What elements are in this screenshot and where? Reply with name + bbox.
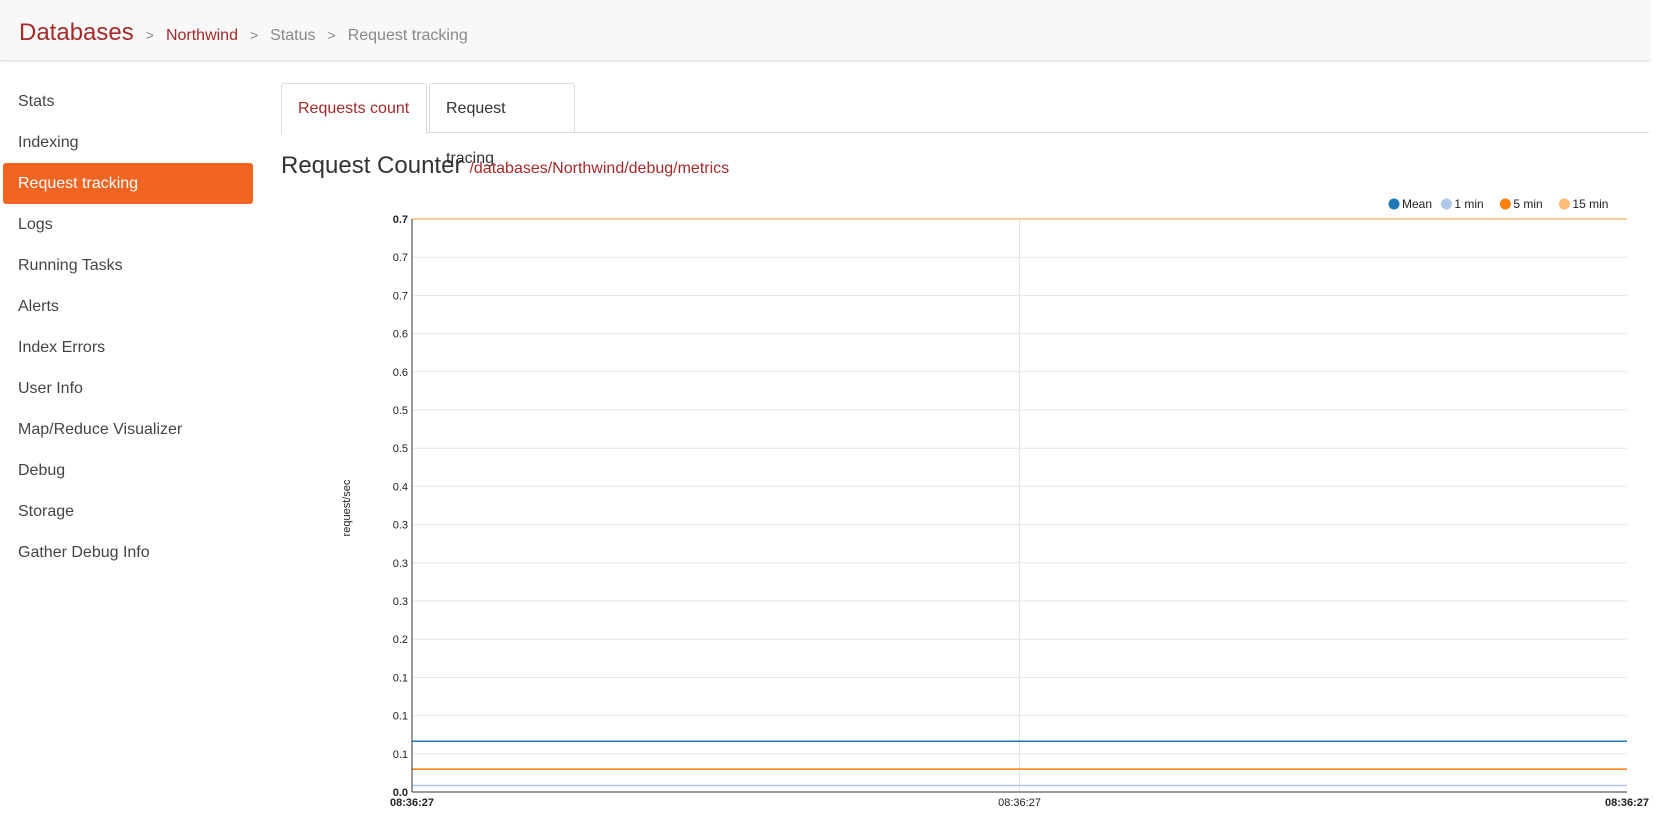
y-tick-label: 0.7 (393, 214, 408, 226)
legend-swatch-15-min[interactable] (1558, 198, 1570, 210)
legend-swatch-1-min[interactable] (1440, 198, 1452, 210)
y-tick-label: 0.3 (393, 558, 408, 570)
chart-grid (412, 218, 1627, 793)
y-tick-label: 0.1 (393, 749, 408, 761)
y-tick-label: 0.4 (393, 481, 408, 493)
legend-label-5-min[interactable]: 5 min (1513, 197, 1542, 211)
legend-swatch-mean[interactable] (1388, 198, 1400, 210)
y-tick-label: 0.7 (393, 290, 408, 302)
y-tick-label: 0.1 (393, 672, 408, 684)
request-counter-chart: 0.7 0.7 0.7 0.6 0.6 0.5 0.5 0.4 0.3 0.3 0.3 0.2 0.1 0… (341, 197, 1649, 809)
y-tick-label: 0.5 (393, 405, 408, 417)
x-tick-label: 08:36:27 (390, 797, 434, 809)
legend-label-15-min[interactable]: 15 min (1572, 197, 1608, 211)
y-tick-label: 0.2 (393, 634, 408, 646)
y-axis-label: request/sec (341, 479, 353, 536)
y-tick-label: 0.3 (393, 520, 408, 532)
y-tick-label: 0.3 (393, 596, 408, 608)
x-tick-label: 08:36:27 (998, 797, 1041, 809)
y-tick-label: 0.7 (393, 252, 408, 264)
y-tick-label: 0.1 (393, 711, 408, 723)
y-tick-label: 0.6 (393, 329, 408, 341)
legend-label-mean[interactable]: Mean (1402, 197, 1432, 211)
legend-swatch-5-min[interactable] (1499, 198, 1511, 210)
y-tick-label: 0.6 (393, 367, 408, 379)
chart-legend[interactable]: Mean 1 min 5 min 15 min (1388, 197, 1609, 211)
y-tick-label: 0.5 (393, 443, 408, 455)
legend-label-1-min[interactable]: 1 min (1454, 197, 1483, 211)
x-tick-label: 08:36:27 (1605, 797, 1649, 809)
